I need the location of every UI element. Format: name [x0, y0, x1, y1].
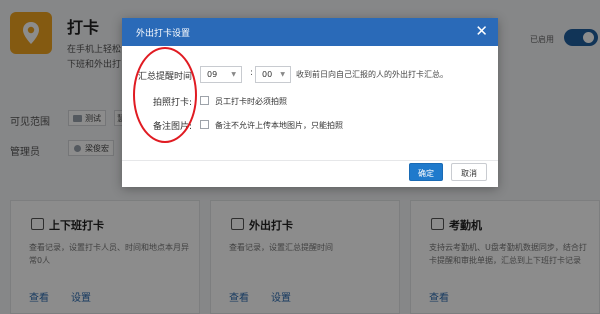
cancel-button[interactable]: 取消	[451, 163, 487, 181]
no-local-upload-checkbox[interactable]	[200, 120, 209, 129]
hour-select[interactable]: 09 ▼	[200, 66, 242, 83]
photo-required-checkbox[interactable]	[200, 96, 209, 105]
chevron-down-icon: ▼	[231, 71, 236, 78]
photo-required-label: 员工打卡时必须拍照	[215, 97, 287, 106]
time-separator: :	[250, 68, 254, 78]
summary-hint: 收到前日向自己汇报的人的外出打卡汇总。	[296, 70, 448, 79]
red-annotation-ellipse	[133, 47, 197, 143]
close-icon[interactable]: ✕	[475, 22, 488, 40]
no-local-upload-label: 备注不允许上传本地图片，只能拍照	[215, 121, 343, 130]
dialog-title: 外出打卡设置	[136, 29, 191, 39]
confirm-button[interactable]: 确定	[409, 163, 443, 181]
minute-select[interactable]: 00 ▼	[255, 66, 291, 83]
chevron-down-icon: ▼	[280, 71, 285, 78]
minute-value: 00	[262, 70, 273, 79]
footer-divider	[122, 160, 498, 161]
dialog-header: 外出打卡设置 ✕	[122, 18, 498, 46]
hour-value: 09	[207, 70, 218, 79]
